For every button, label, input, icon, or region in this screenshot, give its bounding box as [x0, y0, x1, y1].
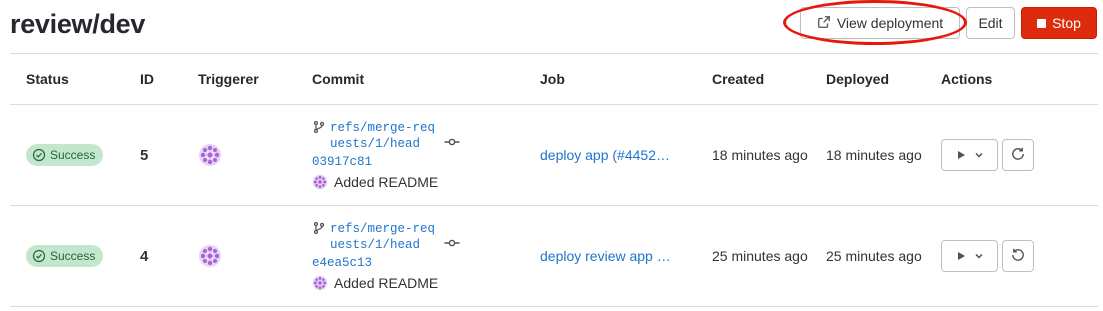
- status-badge[interactable]: Success: [26, 245, 104, 267]
- table-row: Success 5 refs/merge-requests/1/head 039…: [10, 104, 1098, 205]
- commit-info: refs/merge-requests/1/head 03917c81 Adde…: [312, 120, 460, 190]
- avatar: [312, 275, 328, 291]
- status-label: Success: [50, 148, 96, 162]
- created-time: 18 minutes ago: [712, 147, 808, 163]
- commit-message[interactable]: Added README: [334, 174, 438, 190]
- column-header-job: Job: [540, 71, 565, 87]
- commit-message[interactable]: Added README: [334, 275, 438, 291]
- view-deployment-button[interactable]: View deployment: [800, 7, 960, 39]
- play-icon: [956, 249, 966, 264]
- deployed-time: 18 minutes ago: [826, 147, 922, 163]
- deployment-id: 4: [140, 247, 149, 265]
- chevron-down-icon: [974, 148, 984, 163]
- status-label: Success: [50, 249, 96, 263]
- retry-icon: [1010, 146, 1026, 165]
- commit-info: refs/merge-requests/1/head e4ea5c13 Adde…: [312, 221, 460, 291]
- table-bottom-border: [10, 306, 1098, 307]
- manual-jobs-dropdown[interactable]: [941, 139, 998, 171]
- stop-icon: [1037, 18, 1047, 28]
- manual-jobs-dropdown[interactable]: [941, 240, 998, 272]
- external-link-icon: [817, 15, 831, 32]
- rollback-button[interactable]: [1002, 240, 1034, 272]
- commit-icon: [444, 135, 460, 152]
- column-header-commit: Commit: [312, 71, 365, 87]
- row-actions: [941, 139, 1034, 171]
- view-deployment-label: View deployment: [836, 15, 944, 31]
- column-header-id: ID: [140, 71, 154, 87]
- commit-ref-link[interactable]: refs/merge-requests/1/head: [330, 221, 440, 253]
- stop-label: Stop: [1052, 15, 1081, 31]
- branch-icon: [312, 120, 326, 137]
- check-circle-icon: [32, 249, 46, 263]
- deployed-time: 25 minutes ago: [826, 248, 922, 264]
- job-link[interactable]: deploy review app …: [540, 248, 685, 264]
- commit-sha-link[interactable]: e4ea5c13: [312, 255, 372, 271]
- status-badge[interactable]: Success: [26, 144, 104, 166]
- edit-button[interactable]: Edit: [966, 7, 1015, 39]
- created-time: 25 minutes ago: [712, 248, 808, 264]
- table-row: Success 4 refs/merge-requests/1/head e4e…: [10, 205, 1098, 306]
- commit-icon: [444, 236, 460, 253]
- commit-ref-link[interactable]: refs/merge-requests/1/head: [330, 120, 440, 152]
- stop-button[interactable]: Stop: [1021, 7, 1097, 39]
- column-header-actions: Actions: [941, 71, 993, 87]
- branch-icon: [312, 221, 326, 238]
- redeploy-button[interactable]: [1002, 139, 1034, 171]
- commit-sha-link[interactable]: 03917c81: [312, 154, 372, 170]
- play-icon: [956, 148, 966, 163]
- table-header-row: Status ID Triggerer Commit Job Created D…: [10, 53, 1098, 104]
- avatar[interactable]: [198, 143, 222, 167]
- column-header-created: Created: [712, 71, 765, 87]
- row-actions: [941, 240, 1034, 272]
- column-header-triggerer: Triggerer: [198, 71, 259, 87]
- avatar[interactable]: [198, 244, 222, 268]
- rollback-icon: [1010, 247, 1026, 266]
- page-title: review/dev: [10, 9, 146, 39]
- avatar: [312, 174, 328, 190]
- job-link[interactable]: deploy app (#4452…: [540, 147, 685, 163]
- chevron-down-icon: [974, 249, 984, 264]
- column-header-deployed: Deployed: [826, 71, 890, 87]
- deployment-id: 5: [140, 146, 149, 164]
- column-header-status: Status: [26, 71, 69, 87]
- deployments-table: Status ID Triggerer Commit Job Created D…: [10, 53, 1098, 307]
- check-circle-icon: [32, 148, 46, 162]
- header-actions: View deployment Edit Stop: [800, 7, 1097, 39]
